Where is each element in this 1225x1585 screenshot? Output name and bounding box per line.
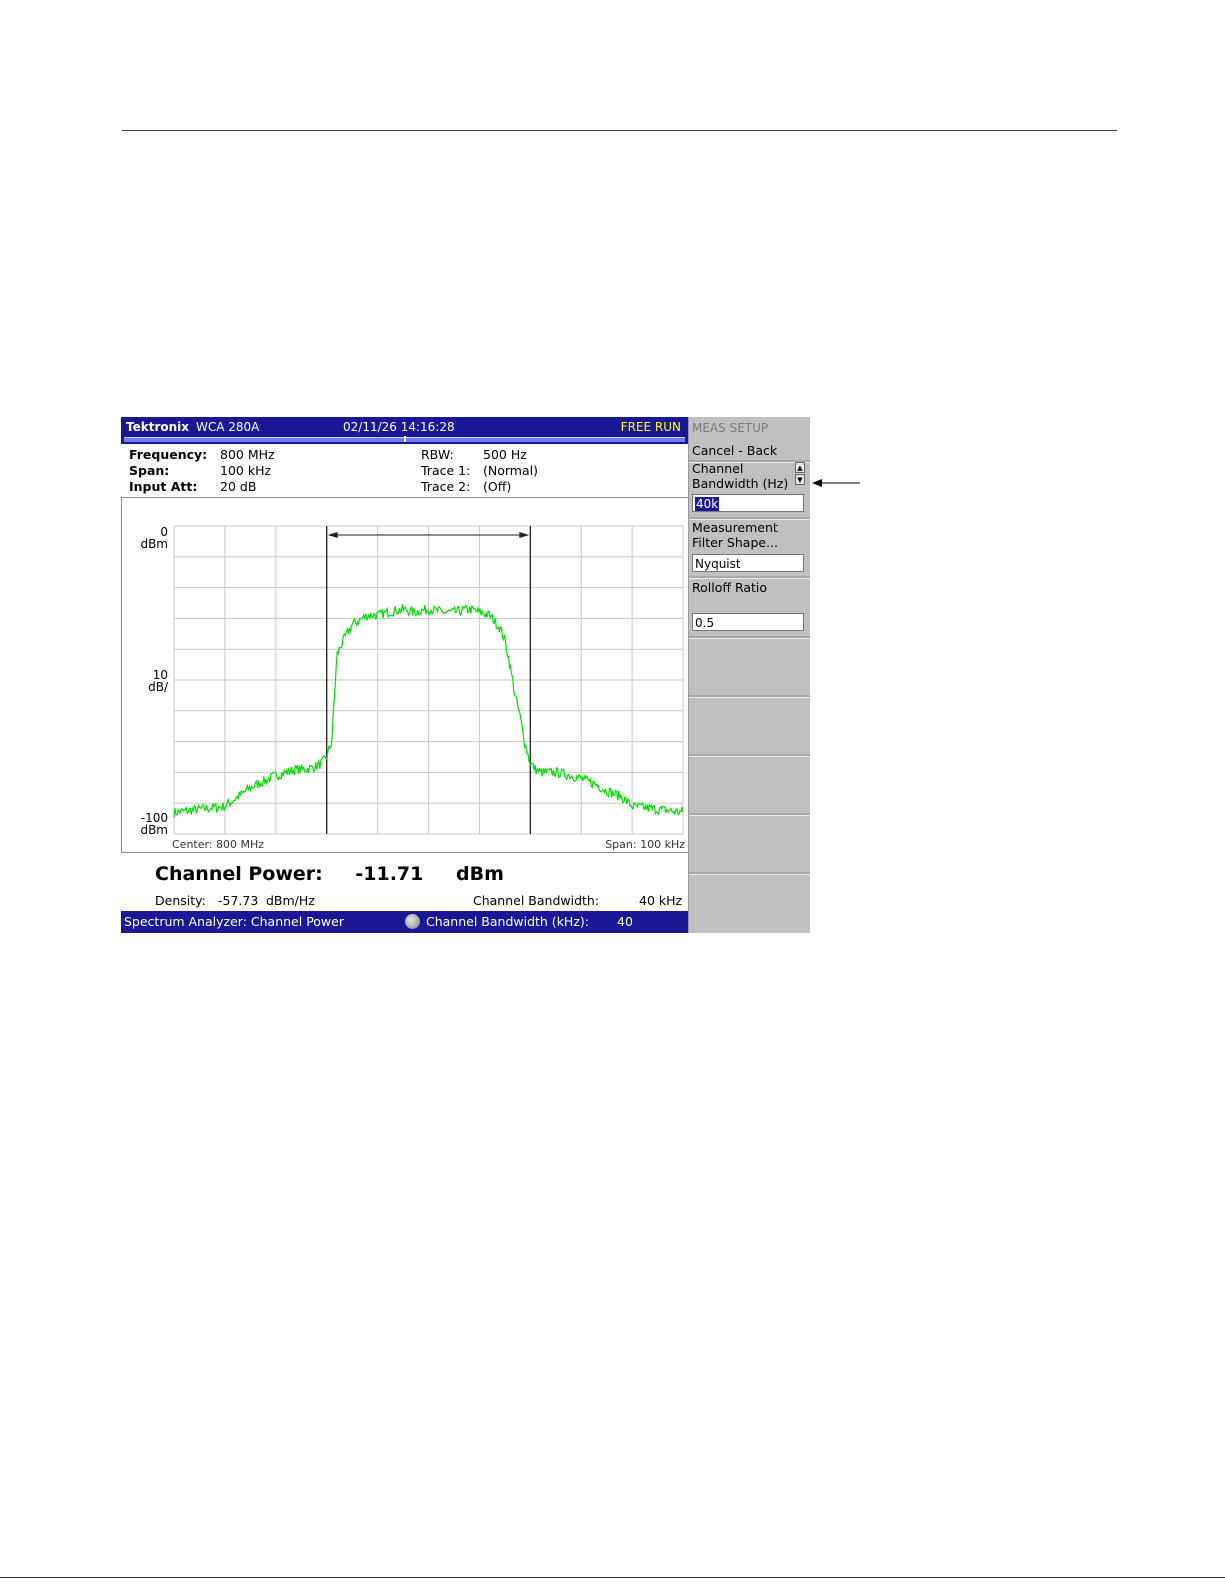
- arrow-right-head: [519, 532, 530, 538]
- model-name: WCA 280A: [196, 420, 260, 434]
- trace2-value: (Off): [483, 479, 512, 494]
- channel-bandwidth-label: Channel Bandwidth (Hz): [692, 461, 789, 491]
- channel-power-label: Channel Power:: [155, 863, 323, 885]
- channel-power-readout: Channel Power: -11.71 dBm: [155, 863, 530, 885]
- footer-rule: [0, 1577, 1225, 1578]
- channel-bandwidth-input[interactable]: 40k: [692, 494, 804, 512]
- knob-parameter-value: 40: [617, 914, 633, 929]
- density-value: -57.73: [218, 893, 259, 908]
- input-att-label: Input Att:: [129, 479, 198, 494]
- menu-divider: [689, 695, 810, 698]
- title-bar: Tektronix WCA 280A 02/11/26 14:16:28 FRE…: [121, 417, 688, 444]
- datetime: 02/11/26 14:16:28: [343, 420, 455, 434]
- span-label: Span:: [129, 463, 170, 478]
- menu-divider: [689, 872, 810, 875]
- trace1-value: (Normal): [483, 463, 538, 478]
- frequency-label: Frequency:: [129, 447, 208, 462]
- ref-level-label: 0 dBm: [140, 525, 168, 551]
- callout-arrow-icon: [812, 479, 860, 487]
- spin-down-icon[interactable]: ▼: [795, 474, 805, 485]
- filter-shape-label: Measurement Filter Shape...: [692, 520, 778, 550]
- frequency-value: 800 MHz: [220, 447, 275, 462]
- bottom-level-label: -100 dBm: [140, 811, 168, 837]
- rbw-value: 500 Hz: [483, 447, 527, 462]
- arrow-left-head: [327, 532, 338, 538]
- acquisition-marker: [404, 436, 406, 442]
- density-unit: dBm/Hz: [266, 893, 315, 908]
- knob-parameter-label: Channel Bandwidth (kHz):: [426, 914, 589, 929]
- spectrum-plot[interactable]: 0 dBm 10 dB/ -100 dBm Center: 800 MHz Span:…: [121, 497, 689, 853]
- status-bar: Spectrum Analyzer: Channel Power Channel…: [121, 911, 688, 933]
- instrument-screen: Tektronix WCA 280A 02/11/26 14:16:28 FRE…: [121, 417, 810, 933]
- menu-divider: [689, 813, 810, 816]
- knob-icon: [405, 914, 420, 929]
- input-att-value: 20 dB: [220, 479, 257, 494]
- trace2-label: Trace 2:: [421, 479, 471, 494]
- filter-shape-value[interactable]: Nyquist: [692, 554, 804, 572]
- brand-logo: Tektronix: [126, 420, 190, 434]
- channel-power-value: -11.71: [355, 863, 424, 885]
- menu-divider: [689, 636, 810, 639]
- run-state: FREE RUN: [620, 420, 681, 434]
- bandwidth-label: Channel Bandwidth:: [473, 893, 600, 908]
- menu-divider: [689, 754, 810, 757]
- rbw-label: RBW:: [421, 447, 454, 462]
- settings-panel: Frequency: 800 MHz Span: 100 kHz Input A…: [121, 445, 688, 495]
- spectrum-chart: [173, 525, 684, 835]
- bandwidth-value: 40 kHz: [639, 893, 683, 908]
- density-label: Density:: [155, 893, 206, 908]
- rolloff-ratio-input[interactable]: 0.5: [692, 613, 804, 631]
- menu-title: MEAS SETUP: [692, 421, 769, 435]
- cancel-back-button[interactable]: Cancel - Back: [692, 443, 777, 458]
- spin-up-icon[interactable]: ▲: [795, 462, 805, 473]
- menu-divider: [689, 576, 810, 579]
- trace1-label: Trace 1:: [421, 463, 471, 478]
- scale-label: 10 dB/: [148, 668, 168, 694]
- channel-power-unit: dBm: [455, 863, 504, 885]
- center-frequency-label: Center: 800 MHz: [172, 838, 265, 851]
- span-value: 100 kHz: [220, 463, 272, 478]
- header-rule: [122, 130, 1117, 131]
- mode-label: Spectrum Analyzer: Channel Power: [124, 914, 344, 929]
- rolloff-ratio-label: Rolloff Ratio: [692, 580, 768, 595]
- side-menu: MEAS SETUP Cancel - Back Channel Bandwidt…: [688, 417, 810, 933]
- span-label-plot: Span: 100 kHz: [605, 838, 685, 851]
